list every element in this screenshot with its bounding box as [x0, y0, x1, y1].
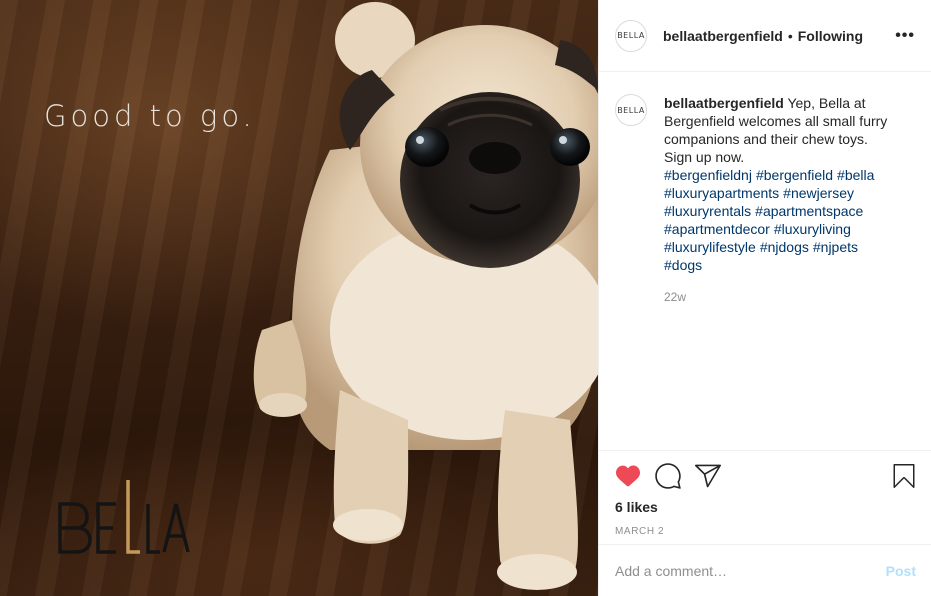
hashtag-link[interactable]: #luxuryapartments [664, 185, 779, 201]
post-date[interactable]: MARCH 2 [615, 526, 916, 537]
following-button[interactable]: Following [798, 28, 863, 44]
hashtag-link[interactable]: #luxurylifestyle [664, 239, 756, 255]
post-caption: BELLA bellaatbergenfield Yep, Bella at B… [599, 72, 931, 306]
caption-cta: Sign up now. [664, 149, 745, 165]
hashtag-link[interactable]: #luxuryrentals [664, 203, 751, 219]
caption-body: bellaatbergenfield Yep, Bella at Bergenf… [664, 94, 914, 306]
post-header: BELLA bellaatbergenfield • Following ••• [599, 0, 931, 72]
post-photo[interactable]: Good to go. [0, 0, 598, 596]
comment-icon[interactable] [655, 463, 681, 489]
profile-avatar[interactable]: BELLA [615, 19, 647, 52]
header-username[interactable]: bellaatbergenfield [663, 28, 783, 44]
avatar-text: BELLA [617, 31, 645, 40]
hashtag-link[interactable]: #newjersey [783, 185, 854, 201]
comment-input[interactable] [615, 562, 886, 579]
bookmark-icon[interactable] [892, 463, 916, 489]
more-options-icon[interactable]: ••• [895, 27, 915, 45]
hashtag-list: #bergenfieldnj #bergenfield #bella #luxury… [664, 166, 914, 274]
photo-overlay-text: Good to go. [44, 99, 256, 133]
likes-count[interactable]: 6 likes [615, 499, 916, 515]
hashtag-link[interactable]: #bergenfieldnj [664, 167, 752, 183]
hashtag-link[interactable]: #bergenfield [756, 167, 833, 183]
post-actions: 6 likes MARCH 2 [599, 450, 931, 537]
post-comment-button[interactable]: Post [886, 563, 916, 579]
action-icons [615, 461, 916, 491]
caption-avatar-text: BELLA [617, 105, 645, 115]
caption-username[interactable]: bellaatbergenfield [664, 95, 784, 111]
hashtag-link[interactable]: #bella [837, 167, 874, 183]
hashtag-link[interactable]: #dogs [664, 257, 702, 273]
heart-filled-icon[interactable] [615, 464, 641, 488]
bella-logo [58, 480, 190, 554]
post-time-ago[interactable]: 22w [664, 288, 914, 306]
hashtag-link[interactable]: #apartmentdecor [664, 221, 770, 237]
share-icon[interactable] [695, 463, 721, 489]
caption-avatar[interactable]: BELLA [615, 94, 647, 126]
hashtag-link[interactable]: #njdogs [760, 239, 809, 255]
hashtag-link[interactable]: #apartmentspace [755, 203, 863, 219]
comment-bar: Post [599, 544, 931, 596]
post-sidebar: BELLA bellaatbergenfield • Following •••… [598, 0, 931, 596]
hashtag-link[interactable]: #njpets [813, 239, 858, 255]
hashtag-link[interactable]: #luxuryliving [774, 221, 851, 237]
header-separator: • [787, 27, 793, 44]
post-modal: Good to go. BELLA bellaatbergenfield • F… [0, 0, 931, 596]
